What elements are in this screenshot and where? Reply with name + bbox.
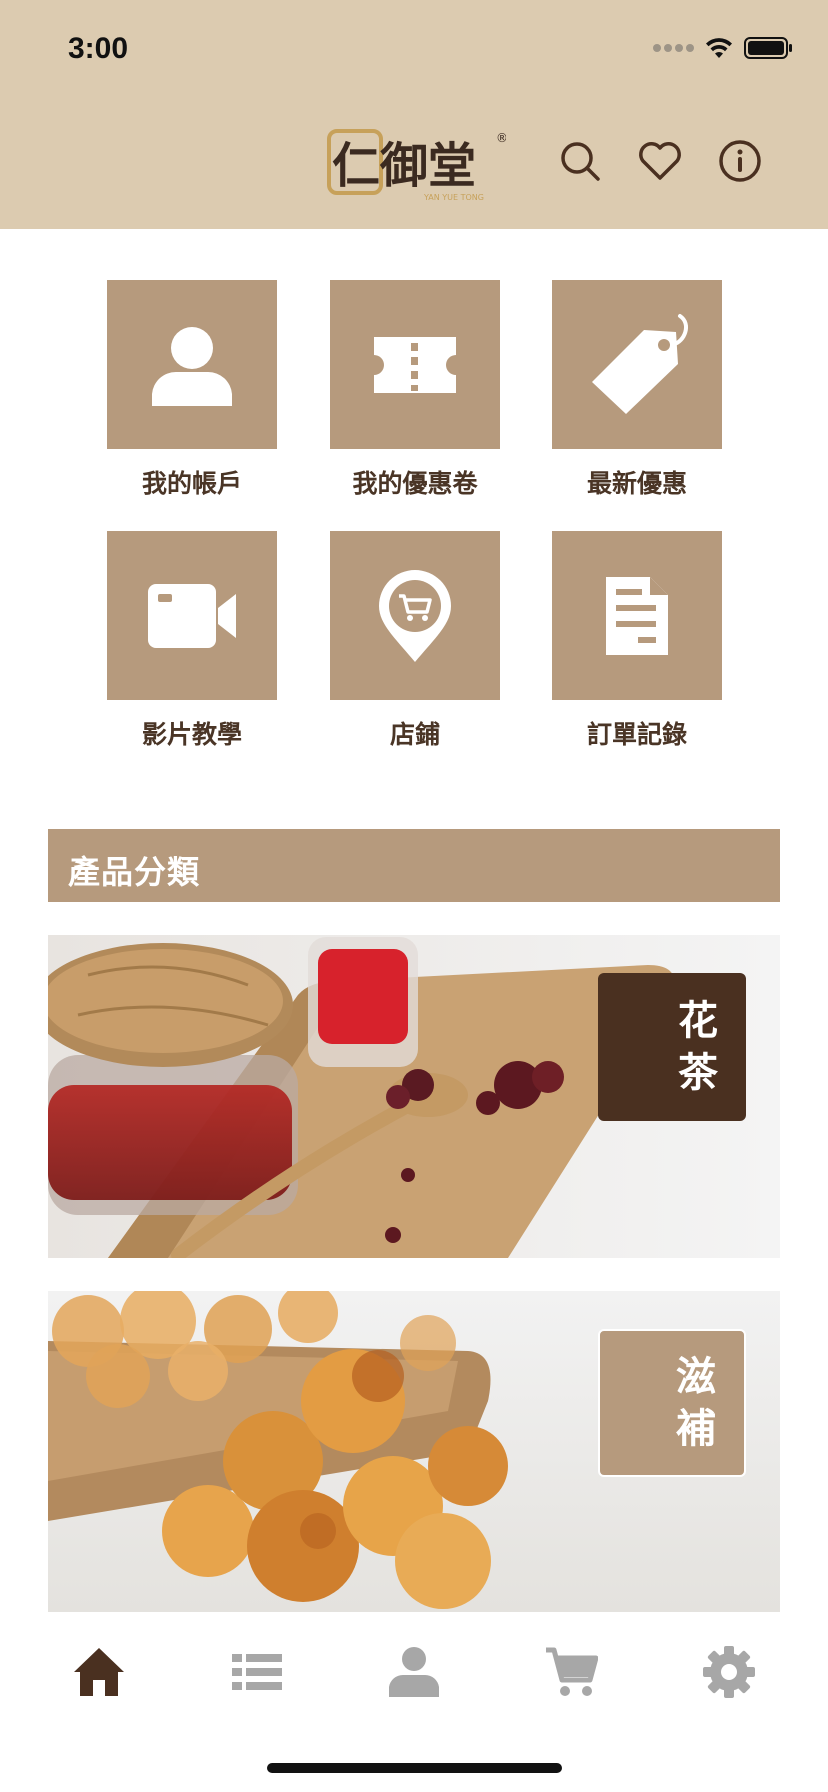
menu-my-account[interactable] xyxy=(107,280,277,449)
favorites-button[interactable] xyxy=(637,138,683,184)
person-icon xyxy=(389,1647,439,1697)
menu-label-my-account: 我的帳戶 xyxy=(141,469,242,498)
ticket-icon xyxy=(374,336,456,393)
user-icon xyxy=(152,326,232,406)
home-icon xyxy=(74,1648,124,1696)
category-tag-line2: 茶 xyxy=(678,1049,718,1096)
category-header: 產品分類 xyxy=(48,829,780,902)
battery-icon xyxy=(744,37,792,59)
logo-registered-mark: ® xyxy=(496,131,506,145)
video-camera-icon xyxy=(148,583,236,648)
tab-list[interactable] xyxy=(227,1642,287,1702)
menu-latest-offers[interactable] xyxy=(552,280,722,449)
search-button[interactable] xyxy=(557,138,603,184)
wifi-icon xyxy=(706,38,732,58)
menu-video-tutorials[interactable] xyxy=(107,531,277,700)
menu-label-my-coupons: 我的優惠卷 xyxy=(352,469,478,498)
menu-label-order-history: 訂單記錄 xyxy=(586,720,687,749)
status-indicators xyxy=(653,36,794,60)
cart-icon xyxy=(546,1647,598,1696)
category-tag-line1: 花 xyxy=(678,997,718,1044)
brand-logo: 仁御堂 ® YAN YUE TONG xyxy=(327,129,506,202)
category-tag-line1: 滋 xyxy=(676,1353,716,1400)
menu-label-video-tutorials: 影片教學 xyxy=(141,720,242,749)
app-header: 3:00 仁御堂 ® YAN YUE TONG xyxy=(0,0,828,229)
search-icon xyxy=(561,142,600,181)
category-banner-flower-tea[interactable]: 花 茶 xyxy=(48,935,780,1258)
status-time: 3:00 xyxy=(68,32,129,65)
document-icon xyxy=(606,576,668,655)
menu-label-latest-offers: 最新優惠 xyxy=(586,469,687,498)
logo-subtext: YAN YUE TONG xyxy=(423,193,484,202)
menu-order-history[interactable] xyxy=(552,531,722,700)
info-button[interactable] xyxy=(717,138,763,184)
tab-account[interactable] xyxy=(384,1642,444,1702)
signal-icon xyxy=(653,44,694,52)
category-tag-flower-tea: 花 茶 xyxy=(598,973,746,1121)
logo-text: 仁御堂 xyxy=(332,138,476,194)
info-icon xyxy=(719,140,761,182)
gear-icon xyxy=(703,1646,755,1698)
tab-home[interactable] xyxy=(69,1642,129,1702)
list-icon xyxy=(232,1654,282,1690)
menu-label-store: 店鋪 xyxy=(389,720,440,749)
category-title: 產品分類 xyxy=(68,853,201,891)
menu-my-coupons[interactable] xyxy=(330,280,500,449)
heart-icon xyxy=(639,142,681,180)
shop-location-icon xyxy=(379,569,451,662)
category-tag-line2: 補 xyxy=(676,1405,716,1452)
category-tag-tonic: 滋 補 xyxy=(598,1329,746,1477)
price-tag-icon xyxy=(592,313,688,414)
tab-cart[interactable] xyxy=(541,1642,601,1702)
category-banner-tonic[interactable]: 滋 補 xyxy=(48,1291,780,1614)
menu-store[interactable] xyxy=(330,531,500,700)
tab-settings[interactable] xyxy=(699,1642,759,1702)
home-indicator xyxy=(267,1763,562,1773)
